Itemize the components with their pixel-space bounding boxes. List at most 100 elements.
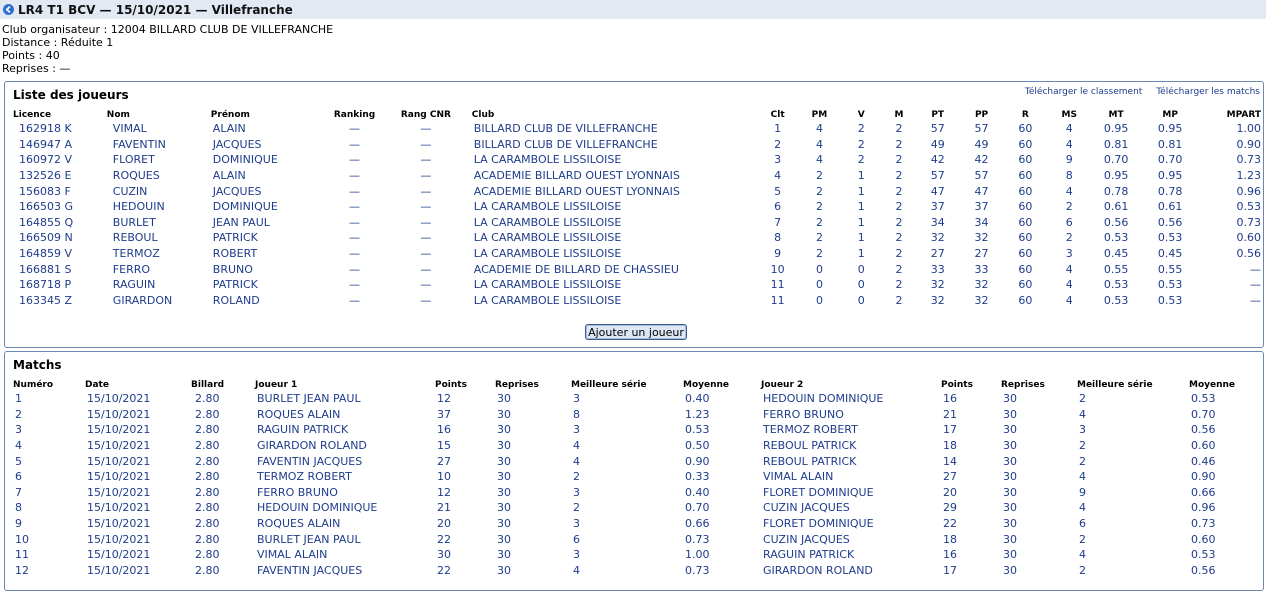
player-cell-pm: 2 (815, 247, 823, 261)
player-cell-pm: 4 (815, 153, 823, 167)
match-cell-joueur-2-8: HEDOUIN DOMINIQUE (763, 392, 884, 406)
match-row[interactable]: 2 15/10/2021 2.80 ROQUES ALAIN 37 30 8 1.23 FERR… (13, 407, 1253, 423)
match-cell-meilleure-serie-6: 3 (573, 423, 580, 437)
match-cell-points-9: 20 (943, 485, 957, 499)
players-col-ms: MS (1061, 110, 1077, 120)
player-row[interactable]: 168718 P RAGUIN PATRICK — — LA CARAMBOLE LISS… (13, 277, 1261, 293)
players-col-m: M (894, 110, 904, 120)
match-row[interactable]: 9 15/10/2021 2.80 ROQUES ALAIN 20 30 3 0.66 FLOR… (13, 516, 1253, 532)
add-player-button[interactable]: Ajouter un joueur (585, 324, 687, 340)
player-cell-v: 1 (857, 200, 865, 214)
player-row[interactable]: 166881 S FERRO BRUNO — — ACADEMIE DE BILLARD … (13, 261, 1261, 277)
player-cell-ms: 4 (1065, 278, 1073, 292)
download-matches-link[interactable]: Télécharger les matchs (1156, 87, 1260, 97)
match-cell-numero-0: 12 (15, 563, 29, 577)
player-cell-v: 0 (857, 278, 865, 292)
match-cell-date-1: 15/10/2021 (87, 532, 151, 546)
player-cell-licence: 164855 Q (19, 215, 74, 229)
players-table: Licence Nom Prénom Ranking Rang CNR Club Clt PM… (13, 109, 1261, 308)
player-row[interactable]: 163345 Z GIRARDON ROLAND — — LA CARAMBOLE LIS… (13, 293, 1261, 309)
match-cell-moyenne-12: 0.66 (1191, 485, 1216, 499)
match-cell-reprises-10: 30 (1003, 407, 1017, 421)
match-row[interactable]: 8 15/10/2021 2.80 HEDOUIN DOMINIQUE 21 30 2 0.7… (13, 500, 1253, 516)
player-cell-r: 60 (1018, 293, 1033, 307)
player-row[interactable]: 164855 Q BURLET JEAN PAUL — — LA CARAMBOLE LI… (13, 215, 1261, 231)
matches-col-date-1: Date (85, 380, 109, 390)
player-cell-mpart: — (1250, 293, 1261, 307)
player-cell-prenom: BRUNO (212, 262, 253, 276)
match-cell-moyenne-7: 0.50 (685, 439, 710, 453)
player-cell-prenom: ROLAND (212, 293, 260, 307)
player-cell-mpart: 0.90 (1236, 137, 1262, 151)
player-cell-r: 60 (1018, 247, 1033, 261)
match-row[interactable]: 5 15/10/2021 2.80 FAVENTIN JACQUES 27 30 4 0.90… (13, 453, 1253, 469)
player-row[interactable]: 166503 G HEDOUIN DOMINIQUE — — LA CARAMBOLE L… (13, 199, 1261, 215)
player-cell-club: LA CARAMBOLE LISSILOISE (473, 278, 622, 292)
player-cell-pp: 32 (974, 278, 989, 292)
player-row[interactable]: 162918 K VIMAL ALAIN — — BILLARD CLUB DE VILL… (13, 121, 1261, 137)
player-cell-clt: 5 (774, 184, 782, 198)
match-cell-joueur-1-3: FAVENTIN JACQUES (257, 563, 363, 577)
player-cell-licence: 164859 V (19, 247, 73, 261)
back-arrow-circle-icon[interactable] (3, 4, 14, 15)
player-cell-ms: 2 (1065, 231, 1073, 245)
player-cell-rang-cnr: — (420, 137, 432, 151)
match-cell-joueur-2-8: FERRO BRUNO (763, 407, 844, 421)
match-cell-billard-2: 2.80 (195, 548, 220, 562)
player-cell-club: ACADEMIE BILLARD OUEST LYONNAIS (473, 184, 680, 198)
matches-col-joueur-1-3: Joueur 1 (255, 380, 298, 390)
match-row[interactable]: 12 15/10/2021 2.80 FAVENTIN JACQUES 22 30 4 0.7… (13, 563, 1253, 579)
match-row[interactable]: 7 15/10/2021 2.80 FERRO BRUNO 12 30 3 0.40 FLORE… (13, 485, 1253, 501)
player-cell-ranking: — (349, 137, 361, 151)
player-row[interactable]: 156083 F CUZIN JACQUES — — ACADEMIE BILLARD O… (13, 183, 1261, 199)
match-cell-moyenne-7: 1.00 (685, 548, 710, 562)
player-cell-r: 60 (1018, 153, 1033, 167)
match-row[interactable]: 4 15/10/2021 2.80 GIRARDON ROLAND 15 30 4 0.50 R… (13, 438, 1253, 454)
player-row[interactable]: 160972 V FLORET DOMINIQUE — — LA CARAMBOLE LI… (13, 152, 1261, 168)
player-cell-rang-cnr: — (420, 278, 432, 292)
match-row[interactable]: 10 15/10/2021 2.80 BURLET JEAN PAUL 22 30 6 0.7… (13, 531, 1253, 547)
player-cell-mp: 0.61 (1157, 200, 1183, 214)
player-cell-m: 2 (895, 293, 903, 307)
matches-col-numero-0: Numéro (13, 380, 54, 390)
player-cell-rang-cnr: — (420, 122, 432, 136)
match-row[interactable]: 1 15/10/2021 2.80 BURLET JEAN PAUL 12 30 3 0.40… (13, 391, 1253, 407)
match-row[interactable]: 6 15/10/2021 2.80 TERMOZ ROBERT 10 30 2 0.33 VIM… (13, 469, 1253, 485)
match-cell-joueur-2-8: GIRARDON ROLAND (763, 563, 873, 577)
players-col-pp: PP (974, 110, 989, 120)
match-cell-reprises-5: 30 (497, 423, 511, 437)
match-row[interactable]: 3 15/10/2021 2.80 RAGUIN PATRICK 16 30 3 0.53 TE… (13, 422, 1253, 438)
player-cell-v: 2 (857, 153, 865, 167)
player-cell-pp: 32 (974, 231, 989, 245)
player-cell-ranking: — (349, 122, 361, 136)
player-cell-pm: 0 (815, 278, 823, 292)
match-cell-points-9: 18 (943, 532, 957, 546)
player-cell-ms: 4 (1065, 262, 1073, 276)
match-cell-meilleure-serie-11: 4 (1079, 407, 1086, 421)
match-cell-moyenne-12: 0.90 (1191, 470, 1216, 484)
match-cell-meilleure-serie-11: 9 (1079, 485, 1086, 499)
player-cell-ms: 9 (1065, 153, 1073, 167)
download-ranking-link[interactable]: Télécharger le classement (1025, 87, 1142, 97)
players-col-r: R (1021, 110, 1029, 120)
player-cell-clt: 3 (774, 153, 782, 167)
match-cell-moyenne-7: 0.40 (685, 485, 710, 499)
player-cell-clt: 1 (774, 122, 782, 136)
match-cell-reprises-10: 30 (1003, 470, 1017, 484)
match-cell-points-4: 15 (437, 439, 451, 453)
player-cell-r: 60 (1018, 200, 1033, 214)
info-distance: Distance : Réduite 1 (2, 36, 114, 49)
player-cell-ms: 2 (1065, 200, 1073, 214)
player-row[interactable]: 166509 N REBOUL PATRICK — — LA CARAMBOLE LISS… (13, 230, 1261, 246)
player-row[interactable]: 164859 V TERMOZ ROBERT — — LA CARAMBOLE LISSI… (13, 246, 1261, 262)
match-cell-numero-0: 11 (15, 548, 29, 562)
player-cell-r: 60 (1018, 278, 1033, 292)
player-cell-ranking: — (349, 215, 361, 229)
match-cell-joueur-1-3: VIMAL ALAIN (257, 548, 328, 562)
match-row[interactable]: 11 15/10/2021 2.80 VIMAL ALAIN 30 30 3 1.00 RAGU… (13, 547, 1253, 563)
player-row[interactable]: 146947 A FAVENTIN JACQUES — — BILLARD CLUB DE… (13, 137, 1261, 153)
match-cell-reprises-5: 30 (497, 392, 511, 406)
players-col-club: Club (471, 110, 495, 120)
player-cell-m: 2 (895, 215, 903, 229)
player-row[interactable]: 132526 E ROQUES ALAIN — — ACADEMIE BILLARD OU… (13, 168, 1261, 184)
